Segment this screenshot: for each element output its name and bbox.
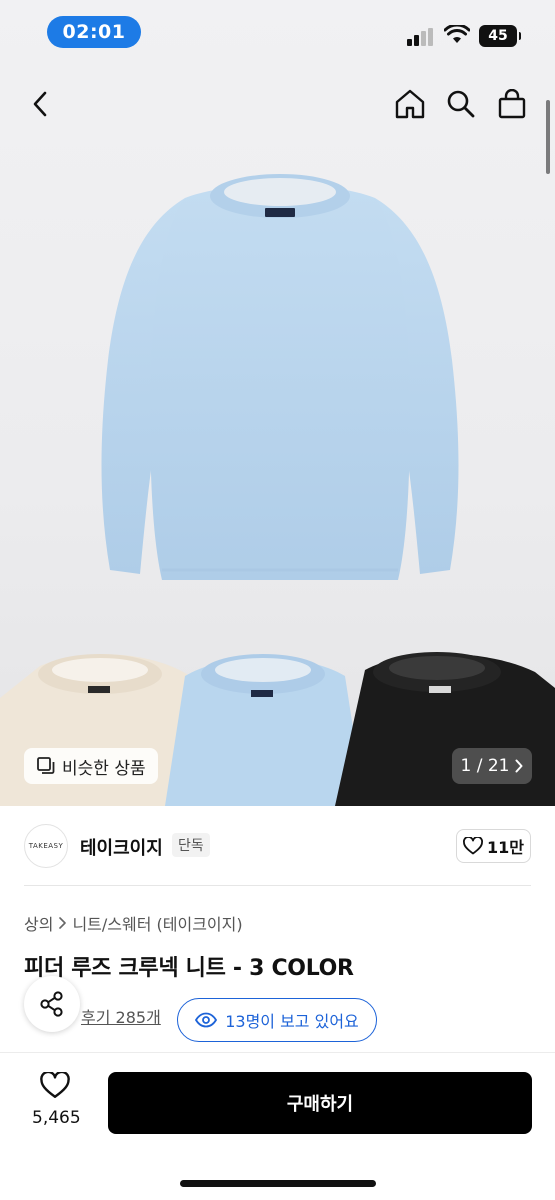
signal-icon — [407, 28, 433, 46]
share-icon — [40, 991, 63, 1017]
share-button[interactable] — [24, 976, 80, 1032]
viewers-indicator[interactable]: 13명이 보고 있어요 — [177, 998, 377, 1042]
buy-button[interactable]: 구매하기 — [108, 1072, 532, 1134]
bag-icon — [498, 89, 526, 119]
viewers-text: 13명이 보고 있어요 — [225, 1012, 359, 1031]
like-count: 11만 — [487, 838, 524, 857]
wifi-icon — [444, 25, 470, 43]
home-indicator — [180, 1180, 376, 1187]
cart-button[interactable] — [492, 84, 532, 124]
similar-icon — [37, 757, 55, 774]
status-bar: 02:01 45 — [0, 0, 555, 64]
main-product-image — [101, 174, 459, 580]
eye-icon — [195, 1012, 218, 1028]
search-icon — [447, 90, 475, 118]
breadcrumb-item-top[interactable]: 상의 — [24, 911, 53, 935]
exclusive-badge: 단독 — [172, 833, 210, 857]
product-gallery[interactable]: 02:01 45 비슷한 상품 1 / 21 — [0, 0, 555, 806]
like-button[interactable]: 11만 — [456, 829, 531, 863]
breadcrumb-item-category[interactable]: 니트/스웨터 (테이크이지) — [72, 911, 242, 935]
image-page-indicator[interactable]: 1 / 21 — [452, 748, 532, 784]
breadcrumb: 상의 니트/스웨터 (테이크이지) — [24, 911, 243, 935]
page-indicator-text: 1 / 21 — [460, 756, 510, 776]
status-time: 02:01 — [47, 16, 141, 48]
wishlist-button[interactable] — [40, 1070, 70, 1103]
brand-name[interactable]: 테이크이지 — [80, 834, 163, 860]
product-title: 피더 루즈 크루넥 니트 - 3 COLOR — [24, 956, 354, 981]
wishlist-count: 5,465 — [32, 1108, 81, 1128]
scroll-indicator[interactable] — [546, 100, 550, 174]
similar-products-button[interactable]: 비슷한 상품 — [24, 748, 158, 784]
reviews-link[interactable]: 후기 285개 — [81, 1004, 161, 1028]
similar-products-label: 비슷한 상품 — [62, 758, 146, 779]
heart-icon — [463, 837, 483, 855]
search-button[interactable] — [441, 84, 481, 124]
home-button[interactable] — [390, 84, 430, 124]
back-button[interactable] — [20, 84, 60, 124]
battery-icon: 45 — [479, 25, 521, 47]
brand-row: TAKEASY 테이크이지 단독 11만 — [0, 806, 555, 886]
back-icon — [33, 91, 47, 117]
section-divider-2 — [0, 1052, 555, 1053]
chevron-right-icon — [59, 917, 67, 929]
section-divider — [24, 885, 531, 886]
brand-logo[interactable]: TAKEASY — [24, 824, 68, 868]
chevron-right-icon — [515, 759, 523, 773]
heart-icon — [40, 1070, 70, 1098]
home-icon — [395, 89, 425, 119]
